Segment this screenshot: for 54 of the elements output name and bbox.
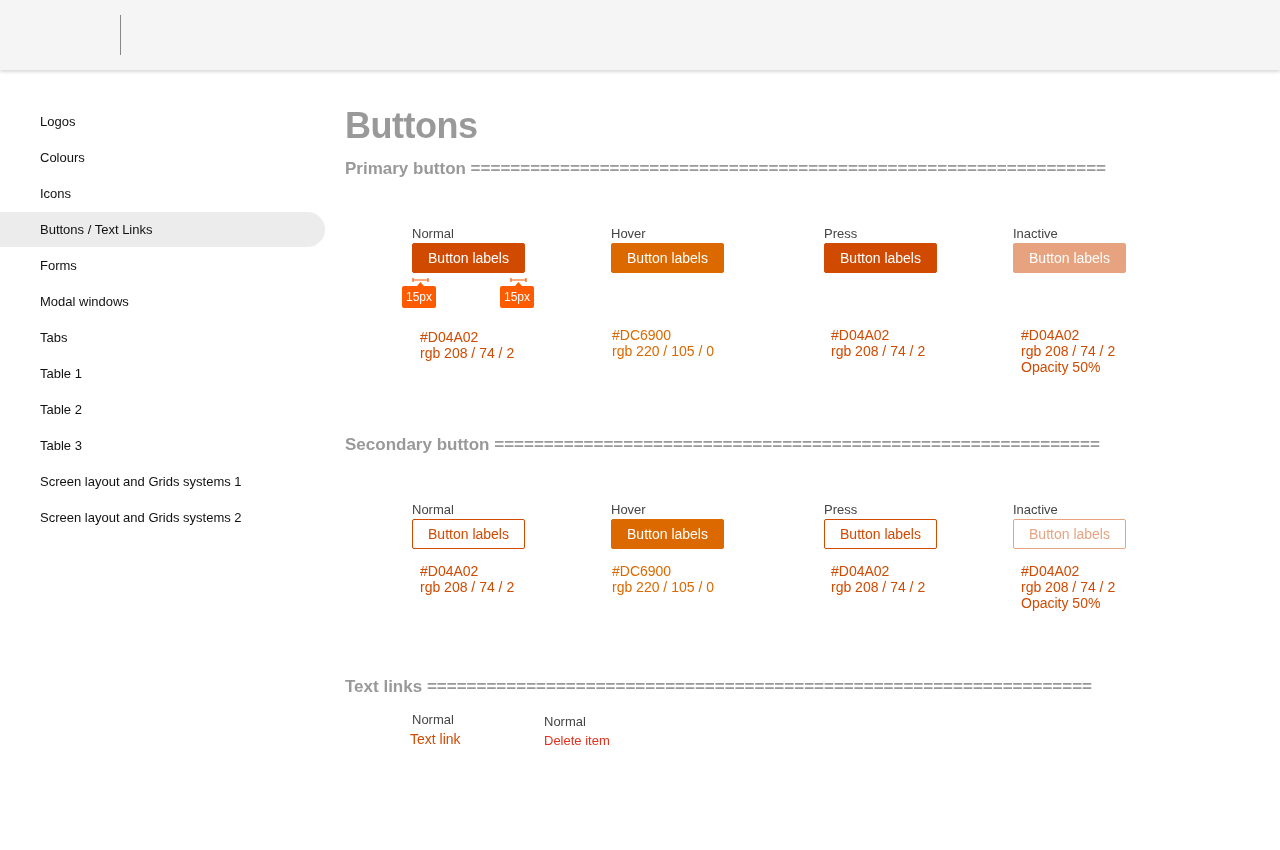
sample-button[interactable]: Button labels [412,519,525,549]
state-label: Hover [611,225,646,243]
sidebar-item[interactable]: Table 3 [0,428,325,463]
color-spec: #DC6900 [612,563,673,579]
state-label: Normal [412,711,454,729]
sidebar-item[interactable]: Icons [0,176,325,211]
color-spec: #D04A02 [420,329,480,345]
sidebar-item[interactable]: Table 2 [0,392,325,427]
state-label: Hover [611,501,646,519]
state-label: Inactive [1013,501,1058,519]
color-spec: #D04A02 [420,563,480,579]
color-spec: #DC6900 [612,327,673,343]
color-spec: #D04A02 [1021,563,1081,579]
state-label: Inactive [1013,225,1058,243]
color-spec: rgb 208 / 74 / 2 [420,579,515,595]
color-spec: #D04A02 [831,563,891,579]
color-spec: Opacity 50% [1021,359,1102,375]
sample-button[interactable]: Button labels [412,243,525,273]
sidebar-item[interactable]: Forms [0,248,325,283]
sidebar-item[interactable]: Modal windows [0,284,325,319]
color-spec: Opacity 50% [1021,595,1102,611]
state-label: Normal [412,225,454,243]
delete-link[interactable]: Delete item [544,733,610,748]
sidebar-item[interactable]: Table 1 [0,356,325,391]
spacing-label: 15px [402,286,437,308]
color-spec: #D04A02 [1021,327,1081,343]
color-spec: rgb 208 / 74 / 2 [420,345,515,361]
color-spec: #D04A02 [831,327,891,343]
sidebar-item[interactable]: Colours [0,140,325,175]
color-spec: rgb 220 / 105 / 0 [612,343,714,359]
sidebar-item[interactable]: Screen layout and Grids systems 2 [0,500,325,535]
sidebar-item[interactable]: Tabs [0,320,325,355]
section-heading: Secondary button ============================================================= [345,434,1101,456]
state-label: Press [824,501,858,519]
color-spec: rgb 220 / 105 / 0 [612,579,714,595]
section-heading: Primary button ================================================================ [345,158,1107,180]
sidebar-item[interactable]: Screen layout and Grids systems 1 [0,464,325,499]
color-spec: rgb 208 / 74 / 2 [831,579,926,595]
color-spec: rgb 208 / 74 / 2 [1021,343,1116,359]
sidebar-item[interactable]: Logos [0,104,325,139]
spacing-indicator-icon [412,277,429,287]
color-spec: rgb 208 / 74 / 2 [831,343,926,359]
color-spec: rgb 208 / 74 / 2 [1021,579,1116,595]
state-label: Normal [412,501,454,519]
state-label: Normal [544,713,586,731]
sample-button[interactable]: Button labels [824,243,937,273]
page-title: Buttons [345,106,479,146]
spacing-indicator-icon [510,277,527,287]
sidebar-item[interactable]: Buttons / Text Links [0,212,325,247]
section-heading: Text links =================================================================== [345,676,1094,698]
state-label: Press [824,225,858,243]
sample-button[interactable]: Button labels [824,519,937,549]
spacing-label: 15px [500,286,535,308]
text-link[interactable]: Text link [410,731,461,747]
